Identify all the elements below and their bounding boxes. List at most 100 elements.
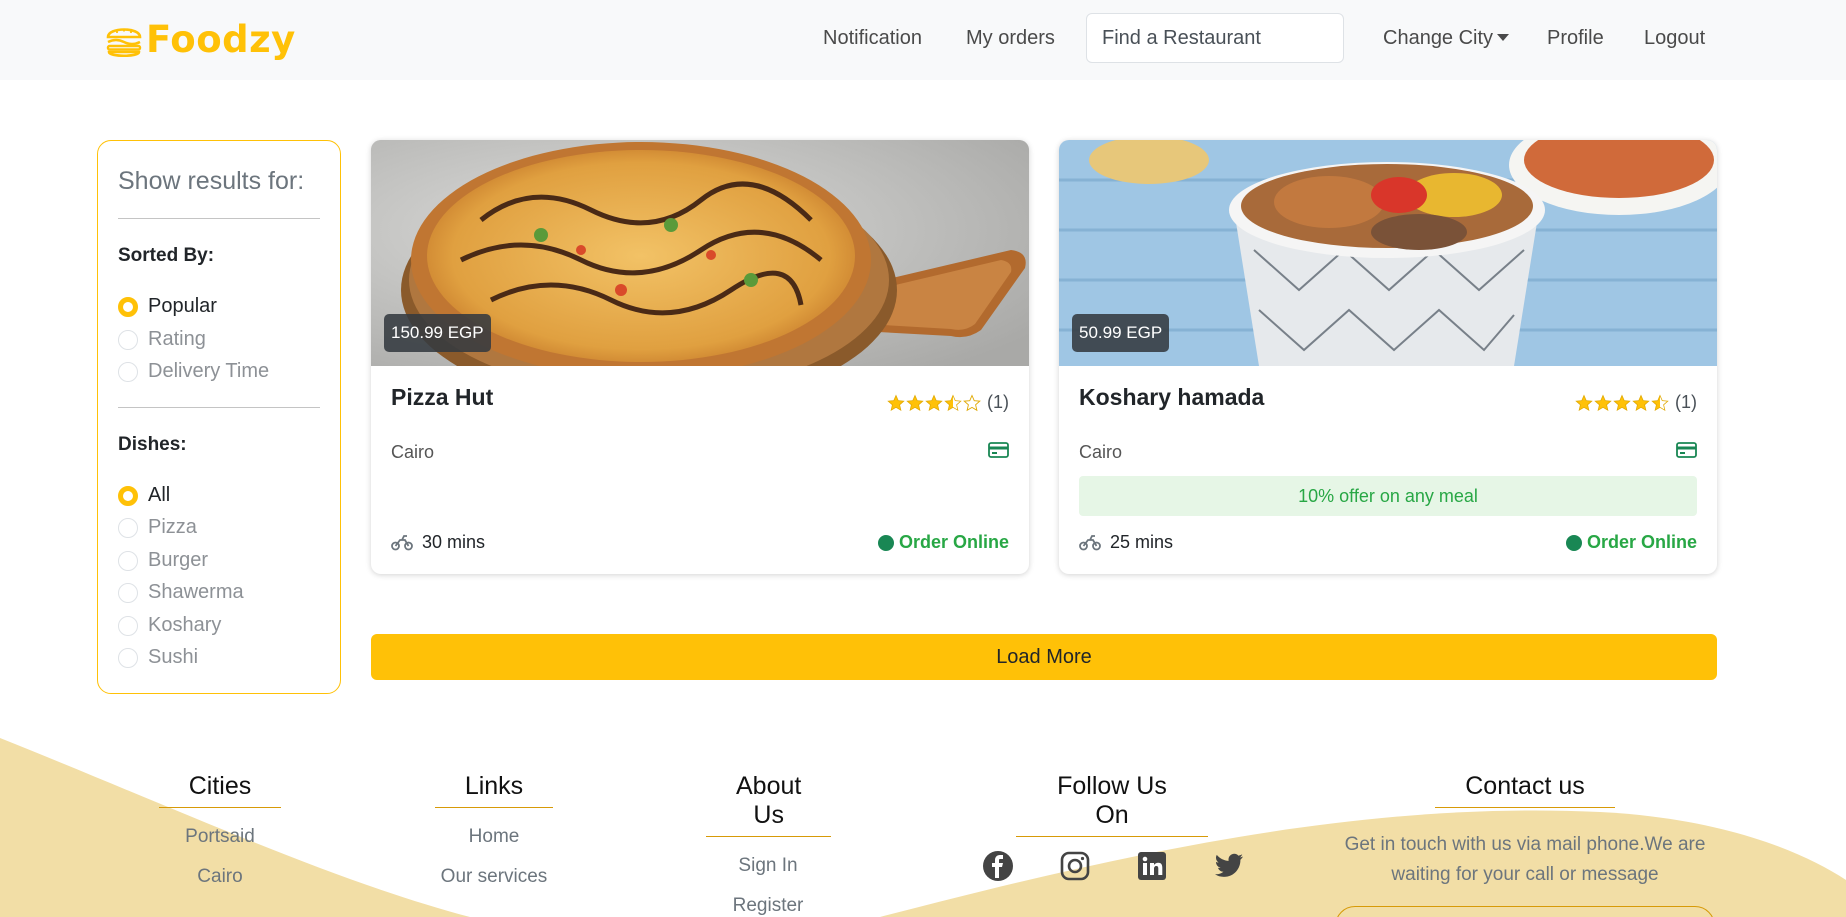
top-navbar: Foodzy Notification My orders Change Cit…: [0, 0, 1846, 80]
radio-label: Sushi: [148, 646, 199, 668]
footer-link[interactable]: Cairo: [158, 866, 282, 888]
order-online-link[interactable]: Order Online: [877, 532, 1009, 553]
restaurant-name[interactable]: Pizza Hut: [391, 384, 493, 411]
price-badge: 150.99 EGP: [384, 314, 491, 352]
divider: [118, 218, 320, 219]
radio-button[interactable]: [118, 361, 138, 382]
credit-card-icon: [1676, 442, 1697, 458]
radio-label: Koshary: [148, 614, 222, 636]
radio-button[interactable]: [118, 647, 138, 668]
radio-button[interactable]: [118, 517, 138, 538]
radio-button[interactable]: [118, 582, 138, 603]
radio-button[interactable]: [118, 329, 138, 350]
delivery-time-label: 25 mins: [1110, 532, 1174, 552]
star-full-icon: [1575, 394, 1593, 411]
offer-banner: 10% offer on any meal: [1079, 476, 1697, 516]
dish-option-pizza[interactable]: Pizza: [118, 516, 197, 539]
search-input[interactable]: [1086, 13, 1344, 63]
footer-cities: Cities Portsaid Cairo: [158, 772, 282, 888]
radio-label: All: [148, 484, 171, 506]
caret-down-icon: [1497, 34, 1510, 41]
dish-option-all[interactable]: All: [118, 484, 170, 507]
footer-about: About Us Sign In Register: [706, 772, 832, 917]
footer-link[interactable]: Register: [706, 895, 830, 917]
radio-label: Popular: [148, 295, 217, 317]
rating-count: (1): [1675, 392, 1697, 412]
order-online-label: Order Online: [1586, 532, 1697, 552]
star-rating: (1): [887, 392, 1009, 413]
burger-icon: [106, 27, 142, 57]
restaurant-city: Cairo: [1079, 442, 1123, 462]
brand-name: Foodzy: [146, 18, 296, 61]
instagram-icon[interactable]: [1055, 846, 1095, 886]
change-city-label: Change City: [1383, 27, 1494, 49]
sorted-by-heading: Sorted By:: [118, 245, 215, 266]
social-links: [978, 846, 1286, 886]
footer-links-title: Links: [434, 772, 554, 808]
star-half-icon: [1651, 394, 1669, 411]
sort-option-popular[interactable]: Popular: [118, 295, 217, 318]
nav-my-orders[interactable]: My orders: [966, 27, 1055, 50]
footer-contact-title: Contact us: [1435, 772, 1615, 808]
footer-link[interactable]: Home: [432, 826, 556, 848]
brand-logo[interactable]: Foodzy: [104, 18, 296, 61]
restaurant-name[interactable]: Koshary hamada: [1079, 384, 1264, 411]
nav-logout[interactable]: Logout: [1644, 27, 1705, 50]
footer-link[interactable]: Sign In: [706, 855, 830, 877]
star-full-icon: [925, 394, 943, 411]
footer-cities-title: Cities: [158, 772, 282, 808]
delivery-time-label: 30 mins: [422, 532, 486, 552]
nav-change-city[interactable]: Change City: [1383, 27, 1510, 50]
restaurant-card[interactable]: 150.99 EGP Pizza Hut (1) Cairo 30 mins O…: [371, 140, 1029, 574]
online-status-dot: [877, 534, 894, 551]
order-online-label: Order Online: [898, 532, 1009, 552]
footer-links: Links Home Our services: [432, 772, 556, 888]
star-half-icon: [944, 394, 962, 411]
radio-label: Delivery Time: [148, 360, 270, 382]
radio-label: Pizza: [148, 516, 197, 538]
star-full-icon: [906, 394, 924, 411]
star-full-icon: [1594, 394, 1612, 411]
facebook-icon[interactable]: [978, 846, 1018, 886]
radio-label: Shawerma: [148, 581, 244, 603]
order-online-link[interactable]: Order Online: [1565, 532, 1697, 553]
footer-contact: Contact us: [1430, 772, 1620, 808]
linkedin-icon[interactable]: [1132, 846, 1172, 886]
footer-follow-title: Follow Us On: [1016, 772, 1208, 837]
sort-option-rating[interactable]: Rating: [118, 328, 206, 351]
contact-description: Get in touch with us via mail phone.We a…: [1344, 834, 1706, 885]
dish-option-sushi[interactable]: Sushi: [118, 646, 198, 669]
radio-button[interactable]: [118, 296, 138, 317]
motorcycle-icon: [1079, 534, 1101, 550]
star-rating: (1): [1575, 392, 1697, 413]
star-full-icon: [887, 394, 905, 411]
star-full-icon: [1632, 394, 1650, 411]
nav-profile[interactable]: Profile: [1547, 27, 1604, 50]
star-empty-icon: [963, 393, 981, 411]
radio-button[interactable]: [118, 550, 138, 571]
twitter-icon[interactable]: [1209, 846, 1249, 886]
contact-input-box[interactable]: [1335, 906, 1715, 917]
nav-notification[interactable]: Notification: [823, 27, 922, 50]
divider: [118, 407, 320, 408]
sidebar-title: Show results for:: [118, 167, 305, 195]
dish-option-koshary[interactable]: Koshary: [118, 614, 221, 637]
radio-button[interactable]: [118, 485, 138, 506]
footer-link[interactable]: Portsaid: [158, 826, 282, 848]
price-badge: 50.99 EGP: [1072, 314, 1170, 352]
load-more-button[interactable]: Load More: [371, 634, 1717, 680]
dish-option-shawerma[interactable]: Shawerma: [118, 581, 244, 604]
dish-option-burger[interactable]: Burger: [118, 549, 208, 572]
footer-follow: Follow Us On: [1016, 772, 1208, 837]
radio-label: Burger: [148, 549, 209, 571]
sort-option-delivery-time[interactable]: Delivery Time: [118, 360, 269, 383]
radio-label: Rating: [148, 328, 206, 350]
rating-count: (1): [987, 392, 1009, 412]
filter-sidebar: Show results for: Sorted By: Popular Rat…: [97, 140, 341, 694]
star-full-icon: [1613, 394, 1631, 411]
footer-link[interactable]: Our services: [432, 866, 556, 888]
radio-button[interactable]: [118, 615, 138, 636]
restaurant-city: Cairo: [391, 442, 435, 462]
restaurant-card[interactable]: 50.99 EGP Koshary hamada (1) Cairo 10% o…: [1059, 140, 1717, 574]
online-status-dot: [1565, 534, 1582, 551]
